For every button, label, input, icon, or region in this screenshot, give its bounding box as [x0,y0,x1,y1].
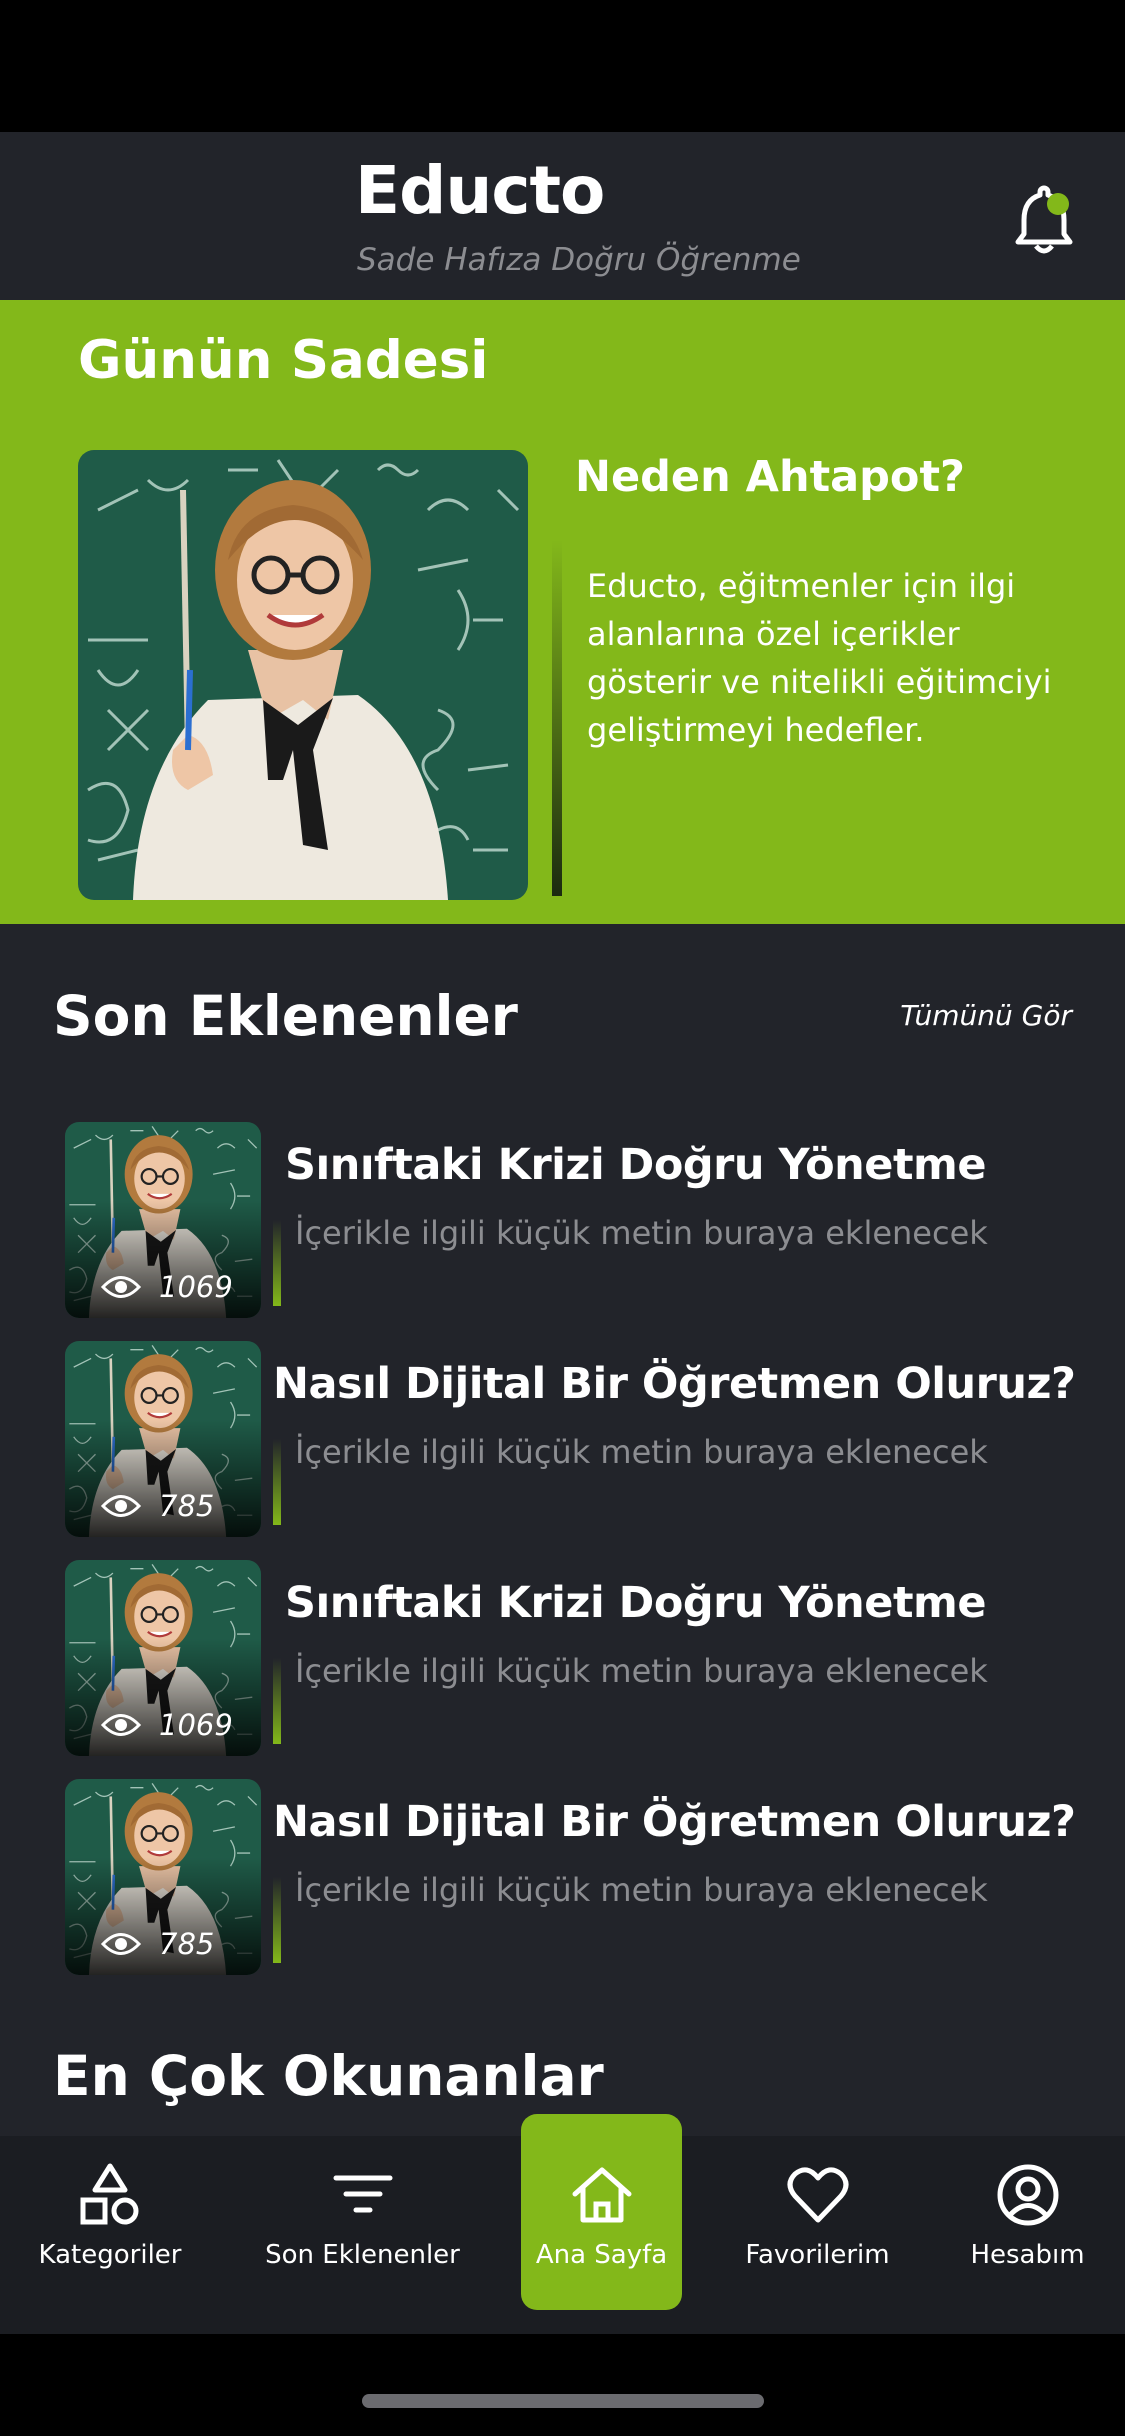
item-description: İçerikle ilgili küçük metin buraya eklen… [295,1214,988,1252]
item-accent-bar [273,1220,281,1306]
item-description: İçerikle ilgili küçük metin buraya eklen… [295,1433,988,1471]
eye-icon [101,1493,141,1519]
item-title[interactable]: Sınıftaki Krizi Doğru Yönetme [285,1140,986,1190]
item-thumbnail: 785 [65,1341,261,1537]
see-all-link[interactable]: Tümünü Gör [900,999,1072,1032]
eye-icon [101,1712,141,1738]
item-description: İçerikle ilgili küçük metin buraya eklen… [295,1652,988,1690]
view-count: 785 [101,1927,214,1961]
item-accent-bar [273,1877,281,1963]
daily-image[interactable] [78,450,528,900]
filter-icon [333,2175,392,2213]
home-indicator[interactable] [362,2394,764,2408]
item-thumbnail: 785 [65,1779,261,1975]
item-title[interactable]: Nasıl Dijital Bir Öğretmen Oluruz? [273,1359,1076,1409]
item-thumbnail: 1069 [65,1122,261,1318]
nav-item-categories[interactable]: Kategoriler [38,2136,182,2334]
nav-label: Son Eklenenler [265,2240,460,2270]
nav-label: Ana Sayfa [535,2240,668,2270]
nav-item-favorites[interactable]: Favorilerim [745,2136,890,2334]
nav-label: Hesabım [970,2240,1085,2270]
item-accent-bar [273,1439,281,1525]
daily-heading[interactable]: Neden Ahtapot? [575,452,965,502]
daily-section: Günün Sadesi Neden Ahtapot? Educto, eğit… [0,300,1125,924]
most-read-section-title: En Çok Okunanlar [53,2044,604,2108]
eye-icon [101,1931,141,1957]
list-item[interactable]: 785 Nasıl Dijital Bir Öğretmen Oluruz? İ… [65,1341,1105,1537]
view-count-value: 1069 [159,1270,233,1304]
nav-item-home[interactable]: Ana Sayfa [521,2114,682,2310]
daily-title: Günün Sadesi [78,330,489,391]
home-icon [572,2167,631,2223]
shapes-icon [80,2163,139,2225]
view-count: 785 [101,1489,214,1523]
list-item[interactable]: 1069 Sınıftaki Krizi Doğru Yönetme İçeri… [65,1122,1105,1318]
account-icon [997,2164,1058,2226]
notification-dot [1047,193,1069,215]
daily-text: Educto, eğitmenler için ilgi alanlarına … [587,567,1052,749]
heart-icon [787,2167,848,2223]
item-title[interactable]: Nasıl Dijital Bir Öğretmen Oluruz? [273,1797,1076,1847]
list-item[interactable]: 785 Nasıl Dijital Bir Öğretmen Oluruz? İ… [65,1779,1105,1975]
view-count: 1069 [101,1708,233,1742]
status-bar [0,0,1125,132]
app-title: Educto [355,152,605,229]
item-thumbnail: 1069 [65,1560,261,1756]
bell-icon[interactable] [1010,182,1078,254]
app-subtitle: Sade Hafıza Doğru Öğrenme [357,242,801,278]
view-count: 1069 [101,1270,233,1304]
view-count-value: 1069 [159,1708,233,1742]
view-count-value: 785 [159,1489,215,1523]
item-title[interactable]: Sınıftaki Krizi Doğru Yönetme [285,1578,986,1628]
nav-item-recent[interactable]: Son Eklenenler [265,2136,460,2334]
item-description: İçerikle ilgili küçük metin buraya eklen… [295,1871,988,1909]
nav-label: Kategoriler [38,2240,182,2270]
app-header: Educto Sade Hafıza Doğru Öğrenme [0,132,1125,300]
nav-label: Favorilerim [745,2240,890,2270]
daily-accent-bar [552,540,562,896]
view-count-value: 785 [159,1927,215,1961]
content-area: Son Eklenenler Tümünü Gör 1069 Sınıftaki… [0,924,1125,2136]
list-item[interactable]: 1069 Sınıftaki Krizi Doğru Yönetme İçeri… [65,1560,1105,1756]
recent-section-title: Son Eklenenler [53,984,518,1048]
eye-icon [101,1274,141,1300]
home-indicator-area [0,2334,1125,2436]
item-accent-bar [273,1658,281,1744]
nav-item-account[interactable]: Hesabım [970,2136,1085,2334]
